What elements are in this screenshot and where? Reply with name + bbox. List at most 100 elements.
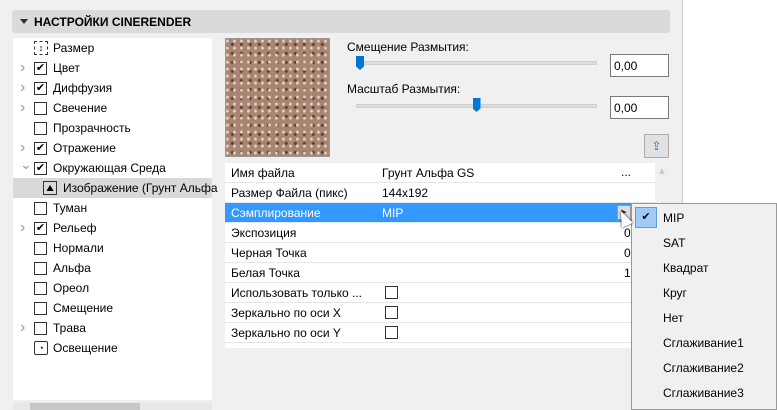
checkbox[interactable]: ✔: [34, 141, 47, 155]
tree-item-label: Отражение: [53, 141, 116, 155]
browse-button[interactable]: ...: [621, 165, 631, 179]
scroll-up-arrow-icon[interactable]: ▲: [657, 166, 667, 177]
tree-item[interactable]: Ореол: [13, 278, 212, 298]
tree-item[interactable]: › ✔ Цвет: [13, 58, 212, 78]
property-value: MIP: [382, 206, 404, 220]
tree-item-label: Диффузия: [53, 81, 113, 95]
property-row[interactable]: Белая Точка 1: [225, 263, 655, 283]
tree-item[interactable]: ⌄ ✔ Окружающая Среда: [13, 156, 212, 178]
tree-item[interactable]: › Трава: [13, 318, 212, 338]
checkbox[interactable]: [34, 101, 47, 115]
property-name: Сэмплирование: [231, 206, 321, 220]
property-value-clipped: 0: [624, 246, 631, 260]
tree-item[interactable]: Смещение: [13, 298, 212, 318]
property-row[interactable]: Размер Файла (пикс) 144x192: [225, 183, 655, 203]
tree-item[interactable]: ↕ Размер: [13, 38, 212, 58]
properties-table: Имя файла Грунт Альфа GS... Размер Файла (…: [225, 163, 655, 348]
tree-item-label: Смещение: [53, 301, 114, 315]
checkbox[interactable]: ✔: [34, 161, 47, 175]
chevron-right-icon[interactable]: ›: [20, 79, 25, 97]
tree-horizontal-scrollbar[interactable]: [13, 402, 212, 410]
tree-item[interactable]: › Свечение: [13, 98, 212, 118]
chevron-right-icon[interactable]: ›: [20, 59, 25, 77]
property-name: Белая Точка: [231, 266, 300, 280]
property-row[interactable]: Черная Точка 0: [225, 243, 655, 263]
tree-item[interactable]: › ✔ Диффузия: [13, 78, 212, 98]
section-header[interactable]: НАСТРОЙКИ CINERENDER: [12, 10, 670, 33]
menu-item[interactable]: SAT: [632, 230, 777, 255]
tree-item[interactable]: ◔ Освещение: [13, 338, 212, 358]
checkbox[interactable]: ✔: [34, 61, 47, 75]
checkbox[interactable]: [34, 281, 47, 295]
chevron-down-icon[interactable]: ⌄: [20, 156, 32, 173]
menu-item[interactable]: Нет: [632, 305, 777, 330]
blur-scale-label: Масштаб Размытия:: [347, 82, 461, 96]
export-icon: ⇪: [651, 139, 662, 153]
property-row[interactable]: Использовать только ...: [225, 283, 655, 303]
chevron-right-icon[interactable]: ›: [20, 99, 25, 117]
menu-item[interactable]: ✔ MIP: [632, 205, 777, 230]
tree-item[interactable]: Туман: [13, 198, 212, 218]
property-name: Размер Файла (пикс): [231, 186, 348, 200]
sampling-dropdown-menu: ✔ MIP SAT Квадрат Круг Нет Сглаживание1 Сглажив…: [631, 203, 777, 410]
channel-tree: ↕ Размер › ✔ Цвет › ✔ Диффузия › Свечение Прозрачн…: [13, 38, 218, 400]
property-row[interactable]: Имя файла Грунт Альфа GS...: [225, 163, 655, 183]
tree-item[interactable]: Прозрачность: [13, 118, 212, 138]
menu-item-label: Круг: [663, 285, 687, 300]
checkbox[interactable]: [34, 121, 47, 135]
checkbox[interactable]: [34, 261, 47, 275]
menu-item[interactable]: Сглаживание2: [632, 355, 777, 380]
blur-scale-slider-thumb[interactable]: [472, 98, 481, 112]
menu-item[interactable]: Круг: [632, 280, 777, 305]
menu-item-label: Сглаживание1: [663, 335, 744, 350]
tree-item-label: Альфа: [53, 261, 91, 275]
property-checkbox[interactable]: [385, 306, 398, 319]
checkbox[interactable]: [34, 321, 47, 335]
tree-item-label: Свечение: [53, 101, 108, 115]
checkbox[interactable]: [34, 241, 47, 255]
menu-item-label: MIP: [663, 210, 685, 225]
blur-offset-label: Смещение Размытия:: [347, 40, 469, 54]
property-name: Зеркально по оси Y: [231, 326, 341, 340]
tree-item[interactable]: Альфа: [13, 258, 212, 278]
menu-item[interactable]: Квадрат: [632, 255, 777, 280]
menu-item-label: Сглаживание3: [663, 385, 744, 400]
checkbox[interactable]: [34, 201, 47, 215]
menu-item[interactable]: Сглаживание3: [632, 380, 777, 405]
checkbox[interactable]: ✔: [34, 221, 47, 235]
tree-item-label: Прозрачность: [53, 121, 131, 135]
property-row[interactable]: Зеркально по оси Y: [225, 323, 655, 343]
menu-item[interactable]: Сглаживание1: [632, 330, 777, 355]
menu-item-label: Сглаживание2: [663, 360, 744, 375]
tree-item[interactable]: ⛰ Изображение (Грунт Альфа: [13, 178, 218, 198]
blur-offset-slider[interactable]: [356, 61, 597, 65]
checkmark-icon: ✔: [635, 207, 657, 228]
tree-item-label: Окружающая Среда: [53, 161, 166, 175]
property-name: Зеркально по оси X: [231, 306, 341, 320]
property-row[interactable]: Экспозиция 0: [225, 223, 655, 243]
scrollbar-thumb[interactable]: [30, 403, 140, 410]
blur-scale-input[interactable]: 0,00: [610, 96, 669, 119]
collapse-triangle-icon: [20, 19, 28, 24]
property-row[interactable]: Зеркально по оси X: [225, 303, 655, 323]
chevron-right-icon[interactable]: ›: [20, 319, 25, 337]
tree-item-label: Трава: [53, 321, 86, 335]
export-button[interactable]: ⇪: [644, 134, 669, 158]
checkbox[interactable]: [34, 301, 47, 315]
property-checkbox[interactable]: [385, 326, 398, 339]
tree-item-label: Освещение: [53, 341, 118, 355]
property-checkbox[interactable]: [385, 286, 398, 299]
property-name: Экспозиция: [231, 226, 297, 240]
blur-offset-input[interactable]: 0,00: [610, 54, 669, 77]
property-value-clipped: 1: [624, 266, 631, 280]
property-row[interactable]: Сэмплирование MIP: [225, 203, 655, 223]
checkbox[interactable]: ✔: [34, 81, 47, 95]
property-value: 144x192: [382, 186, 429, 200]
tree-item[interactable]: › ✔ Рельеф: [13, 218, 212, 238]
chevron-right-icon[interactable]: ›: [20, 219, 25, 237]
blur-offset-slider-thumb[interactable]: [356, 56, 364, 70]
tree-item[interactable]: Нормали: [13, 238, 212, 258]
chevron-right-icon[interactable]: ›: [20, 139, 25, 157]
tree-item[interactable]: › ✔ Отражение: [13, 138, 212, 158]
tree-item-label: Размер: [53, 41, 95, 55]
